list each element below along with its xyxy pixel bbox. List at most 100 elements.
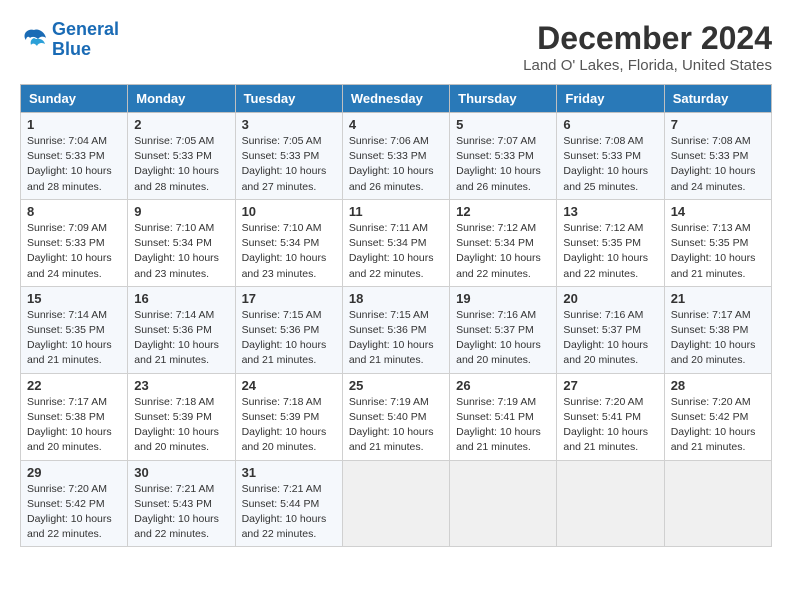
calendar-cell: 15 Sunrise: 7:14 AMSunset: 5:35 PMDayligh…: [21, 286, 128, 373]
day-number: 31: [242, 465, 336, 480]
location: Land O' Lakes, Florida, United States: [523, 57, 772, 74]
day-number: 23: [134, 378, 228, 393]
calendar-body: 1Sunrise: 7:04 AMSunset: 5:33 PMDaylight…: [21, 113, 772, 547]
day-number: 28: [671, 378, 765, 393]
day-info: Sunrise: 7:10 AMSunset: 5:34 PMDaylight:…: [242, 221, 336, 282]
calendar-cell: 16 Sunrise: 7:14 AMSunset: 5:36 PMDayligh…: [128, 286, 235, 373]
day-info: Sunrise: 7:10 AMSunset: 5:34 PMDaylight:…: [134, 221, 228, 282]
day-number: 10: [242, 204, 336, 219]
column-header-monday: Monday: [128, 85, 235, 113]
calendar-cell: 22 Sunrise: 7:17 AMSunset: 5:38 PMDayligh…: [21, 373, 128, 460]
day-info: Sunrise: 7:20 AMSunset: 5:41 PMDaylight:…: [563, 395, 657, 456]
calendar-cell: 18Sunrise: 7:15 AMSunset: 5:36 PMDayligh…: [342, 286, 449, 373]
day-number: 20: [563, 291, 657, 306]
day-number: 9: [134, 204, 228, 219]
day-number: 18: [349, 291, 443, 306]
day-number: 26: [456, 378, 550, 393]
day-info: Sunrise: 7:11 AMSunset: 5:34 PMDaylight:…: [349, 221, 443, 282]
day-info: Sunrise: 7:13 AMSunset: 5:35 PMDaylight:…: [671, 221, 765, 282]
day-info: Sunrise: 7:06 AMSunset: 5:33 PMDaylight:…: [349, 134, 443, 195]
day-number: 5: [456, 117, 550, 132]
calendar-cell: [557, 460, 664, 547]
day-info: Sunrise: 7:17 AMSunset: 5:38 PMDaylight:…: [671, 308, 765, 369]
day-info: Sunrise: 7:14 AMSunset: 5:35 PMDaylight:…: [27, 308, 121, 369]
calendar-cell: 6Sunrise: 7:08 AMSunset: 5:33 PMDaylight…: [557, 113, 664, 200]
logo-bird-icon: [20, 26, 48, 54]
day-number: 25: [349, 378, 443, 393]
day-number: 19: [456, 291, 550, 306]
day-number: 6: [563, 117, 657, 132]
day-number: 29: [27, 465, 121, 480]
day-info: Sunrise: 7:19 AMSunset: 5:41 PMDaylight:…: [456, 395, 550, 456]
calendar-cell: 30 Sunrise: 7:21 AMSunset: 5:43 PMDayligh…: [128, 460, 235, 547]
day-number: 2: [134, 117, 228, 132]
calendar-cell: 1Sunrise: 7:04 AMSunset: 5:33 PMDaylight…: [21, 113, 128, 200]
month-title: December 2024: [523, 20, 772, 57]
day-number: 4: [349, 117, 443, 132]
calendar-cell: [664, 460, 771, 547]
day-number: 12: [456, 204, 550, 219]
calendar-cell: 8Sunrise: 7:09 AMSunset: 5:33 PMDaylight…: [21, 199, 128, 286]
calendar-cell: 9 Sunrise: 7:10 AMSunset: 5:34 PMDaylight…: [128, 199, 235, 286]
day-info: Sunrise: 7:19 AMSunset: 5:40 PMDaylight:…: [349, 395, 443, 456]
calendar-cell: 14 Sunrise: 7:13 AMSunset: 5:35 PMDayligh…: [664, 199, 771, 286]
day-info: Sunrise: 7:20 AMSunset: 5:42 PMDaylight:…: [27, 482, 121, 543]
calendar-table: SundayMondayTuesdayWednesdayThursdayFrid…: [20, 84, 772, 547]
calendar-cell: 3Sunrise: 7:05 AMSunset: 5:33 PMDaylight…: [235, 113, 342, 200]
page-header: General Blue December 2024 Land O' Lakes…: [20, 20, 772, 74]
day-info: Sunrise: 7:07 AMSunset: 5:33 PMDaylight:…: [456, 134, 550, 195]
day-info: Sunrise: 7:08 AMSunset: 5:33 PMDaylight:…: [671, 134, 765, 195]
column-header-thursday: Thursday: [450, 85, 557, 113]
calendar-cell: 4 Sunrise: 7:06 AMSunset: 5:33 PMDaylight…: [342, 113, 449, 200]
day-info: Sunrise: 7:09 AMSunset: 5:33 PMDaylight:…: [27, 221, 121, 282]
day-number: 14: [671, 204, 765, 219]
day-number: 11: [349, 204, 443, 219]
day-number: 1: [27, 117, 121, 132]
calendar-week-5: 29 Sunrise: 7:20 AMSunset: 5:42 PMDayligh…: [21, 460, 772, 547]
calendar-week-1: 1Sunrise: 7:04 AMSunset: 5:33 PMDaylight…: [21, 113, 772, 200]
title-section: December 2024 Land O' Lakes, Florida, Un…: [523, 20, 772, 74]
calendar-cell: 12 Sunrise: 7:12 AMSunset: 5:34 PMDayligh…: [450, 199, 557, 286]
day-info: Sunrise: 7:21 AMSunset: 5:43 PMDaylight:…: [134, 482, 228, 543]
column-header-wednesday: Wednesday: [342, 85, 449, 113]
day-info: Sunrise: 7:20 AMSunset: 5:42 PMDaylight:…: [671, 395, 765, 456]
calendar-week-3: 15 Sunrise: 7:14 AMSunset: 5:35 PMDayligh…: [21, 286, 772, 373]
column-header-sunday: Sunday: [21, 85, 128, 113]
day-number: 27: [563, 378, 657, 393]
day-info: Sunrise: 7:12 AMSunset: 5:35 PMDaylight:…: [563, 221, 657, 282]
day-info: Sunrise: 7:15 AMSunset: 5:36 PMDaylight:…: [242, 308, 336, 369]
calendar-week-2: 8Sunrise: 7:09 AMSunset: 5:33 PMDaylight…: [21, 199, 772, 286]
calendar-cell: 28 Sunrise: 7:20 AMSunset: 5:42 PMDayligh…: [664, 373, 771, 460]
calendar-cell: 25 Sunrise: 7:19 AMSunset: 5:40 PMDayligh…: [342, 373, 449, 460]
day-info: Sunrise: 7:14 AMSunset: 5:36 PMDaylight:…: [134, 308, 228, 369]
calendar-cell: 2 Sunrise: 7:05 AMSunset: 5:33 PMDaylight…: [128, 113, 235, 200]
calendar-cell: 5 Sunrise: 7:07 AMSunset: 5:33 PMDaylight…: [450, 113, 557, 200]
day-number: 21: [671, 291, 765, 306]
column-header-tuesday: Tuesday: [235, 85, 342, 113]
day-number: 16: [134, 291, 228, 306]
day-number: 30: [134, 465, 228, 480]
day-number: 24: [242, 378, 336, 393]
calendar-cell: 11 Sunrise: 7:11 AMSunset: 5:34 PMDayligh…: [342, 199, 449, 286]
calendar-cell: 29 Sunrise: 7:20 AMSunset: 5:42 PMDayligh…: [21, 460, 128, 547]
day-number: 7: [671, 117, 765, 132]
day-info: Sunrise: 7:18 AMSunset: 5:39 PMDaylight:…: [134, 395, 228, 456]
calendar-cell: 27 Sunrise: 7:20 AMSunset: 5:41 PMDayligh…: [557, 373, 664, 460]
column-header-saturday: Saturday: [664, 85, 771, 113]
column-header-friday: Friday: [557, 85, 664, 113]
logo-text: General Blue: [52, 20, 119, 60]
day-info: Sunrise: 7:05 AMSunset: 5:33 PMDaylight:…: [134, 134, 228, 195]
day-number: 17: [242, 291, 336, 306]
calendar-cell: 31Sunrise: 7:21 AMSunset: 5:44 PMDayligh…: [235, 460, 342, 547]
calendar-cell: 7 Sunrise: 7:08 AMSunset: 5:33 PMDaylight…: [664, 113, 771, 200]
calendar-cell: 21 Sunrise: 7:17 AMSunset: 5:38 PMDayligh…: [664, 286, 771, 373]
day-info: Sunrise: 7:17 AMSunset: 5:38 PMDaylight:…: [27, 395, 121, 456]
calendar-cell: 24 Sunrise: 7:18 AMSunset: 5:39 PMDayligh…: [235, 373, 342, 460]
day-number: 15: [27, 291, 121, 306]
calendar-cell: [450, 460, 557, 547]
day-number: 22: [27, 378, 121, 393]
day-number: 3: [242, 117, 336, 132]
day-info: Sunrise: 7:12 AMSunset: 5:34 PMDaylight:…: [456, 221, 550, 282]
day-info: Sunrise: 7:18 AMSunset: 5:39 PMDaylight:…: [242, 395, 336, 456]
calendar-header-row: SundayMondayTuesdayWednesdayThursdayFrid…: [21, 85, 772, 113]
